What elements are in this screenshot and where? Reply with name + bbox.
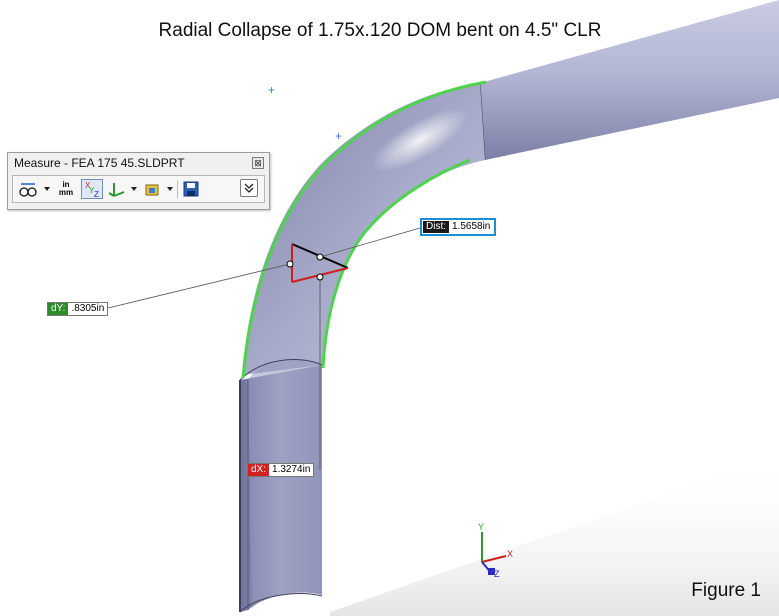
toolbar-separator bbox=[177, 180, 178, 198]
dy-measurement-callout[interactable]: dY: .8305in bbox=[47, 302, 109, 316]
crosshair-marker: + bbox=[335, 129, 343, 143]
crosshair-marker: + bbox=[268, 83, 276, 97]
measure-panel-title: Measure - FEA 175 45.SLDPRT bbox=[14, 156, 185, 170]
dist-measurement-callout[interactable]: Dist: 1.5658in bbox=[420, 218, 497, 236]
triad-x-label: X bbox=[507, 549, 514, 559]
point-projection-icon bbox=[108, 183, 125, 197]
units-mm-label: mm bbox=[58, 188, 74, 197]
dist-midpoint-handle[interactable] bbox=[316, 253, 324, 261]
dist-label: Dist: bbox=[423, 221, 449, 233]
expand-button[interactable] bbox=[240, 179, 258, 197]
chevron-down-icon[interactable] bbox=[167, 187, 173, 191]
dx-measurement-callout[interactable]: dX: 1.3274in bbox=[247, 463, 315, 477]
measure-toolbar: in mm X Y Z bbox=[12, 175, 265, 203]
coordinate-system-button[interactable] bbox=[143, 179, 163, 199]
save-button[interactable] bbox=[181, 179, 201, 199]
svg-text:Z: Z bbox=[94, 190, 99, 198]
figure-title: Radial Collapse of 1.75x.120 DOM bent on… bbox=[158, 20, 602, 41]
dx-midpoint-handle[interactable] bbox=[316, 273, 324, 281]
arc-circle-measure-button[interactable] bbox=[17, 179, 39, 199]
dx-label: dX: bbox=[248, 464, 270, 476]
chevron-down-icon[interactable] bbox=[44, 187, 50, 191]
dx-value: 1.3274in bbox=[269, 464, 314, 476]
figure-label: Figure 1 bbox=[691, 580, 761, 601]
triad-z-label: Z bbox=[494, 569, 500, 579]
close-icon[interactable]: ⊠ bbox=[252, 157, 264, 169]
xyz-delta-icon: X Y Z bbox=[85, 181, 99, 198]
save-icon bbox=[183, 181, 199, 197]
measure-panel[interactable]: Measure - FEA 175 45.SLDPRT ⊠ in mm X Y … bbox=[7, 152, 270, 210]
xyz-delta-button[interactable]: X Y Z bbox=[81, 179, 103, 199]
coordinate-system-icon bbox=[145, 184, 159, 196]
dy-label: dY: bbox=[48, 303, 69, 315]
dy-value: .8305in bbox=[68, 303, 108, 315]
arc-circle-measure-icon bbox=[19, 183, 37, 197]
units-button[interactable]: in mm bbox=[55, 179, 77, 199]
dy-midpoint-handle[interactable] bbox=[286, 260, 294, 268]
tube-lower-inner-wall bbox=[248, 360, 322, 608]
cad-viewport[interactable] bbox=[0, 0, 779, 616]
expand-icon bbox=[244, 183, 254, 193]
chevron-down-icon[interactable] bbox=[131, 187, 137, 191]
triad-y-label: Y bbox=[478, 522, 485, 532]
point-projection-button[interactable] bbox=[107, 179, 127, 199]
dist-value: 1.5658in bbox=[449, 221, 494, 233]
